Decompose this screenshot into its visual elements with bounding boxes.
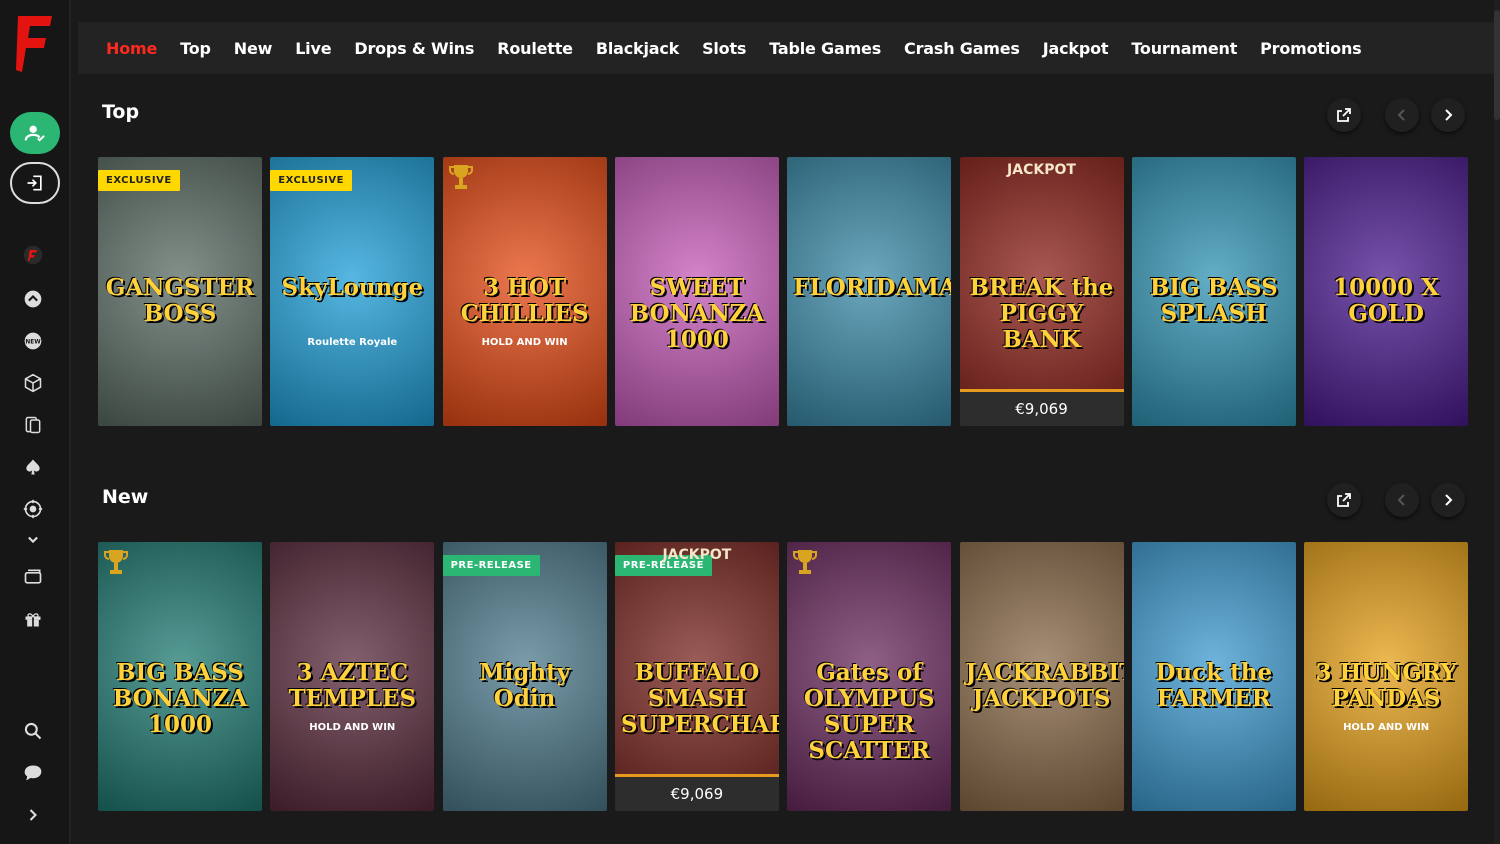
new-icon[interactable]: NEW (20, 328, 46, 354)
gift-icon[interactable] (20, 606, 46, 632)
chat-icon[interactable] (20, 760, 46, 786)
view-all-top-button[interactable] (1327, 98, 1361, 132)
top-icon[interactable] (20, 286, 46, 312)
cards-icon[interactable] (20, 412, 46, 438)
game-title: BIG BASS BONANZA 1000 (112, 659, 248, 738)
game-badge: EXCLUSIVE (270, 170, 352, 191)
game-tile[interactable]: BREAK the PIGGY BANK JACKPOT €9,069 (959, 157, 1124, 426)
login-button[interactable] (10, 162, 60, 204)
game-title: BREAK the PIGGY BANK (969, 274, 1114, 353)
nav-item-roulette[interactable]: Roulette (497, 39, 573, 58)
nav-item-live[interactable]: Live (295, 39, 331, 58)
game-subtitle: HOLD AND WIN (1343, 722, 1430, 733)
game-title: SkyLounge (281, 274, 424, 301)
external-link-icon (1337, 493, 1351, 507)
game-tile[interactable]: JACKRABBIT JACKPOTS (959, 542, 1124, 811)
game-title: BUFFALO SMASH SUPERCHARGED (620, 659, 779, 738)
top-navigation: Home Top New Live Drops & Wins Roulette Blackj… (78, 22, 1494, 74)
account-icon (24, 125, 45, 142)
game-tile[interactable]: BIG BASS BONANZA 1000 (98, 542, 262, 811)
nav-item-slots[interactable]: Slots (702, 39, 746, 58)
game-title: JACKRABBIT JACKPOTS (965, 659, 1124, 712)
game-badge: PRE-RELEASE (442, 555, 540, 576)
trophy-icon (448, 165, 473, 189)
game-tile[interactable]: FLORIDAMAN (787, 157, 952, 426)
trophy-icon (104, 550, 128, 574)
game-title: 3 HUNGRY PANDAS (1315, 659, 1457, 712)
brand-icon[interactable] (20, 242, 46, 268)
game-tile[interactable]: 3 AZTEC TEMPLES HOLD AND WIN (270, 542, 435, 811)
game-tile[interactable]: BUFFALO SMASH SUPERCHARGEDPRE-RELEASEJAC… (614, 542, 779, 811)
game-title: 10000 X GOLD (1333, 274, 1440, 327)
external-link-icon (1337, 108, 1351, 122)
nav-item-crash-games[interactable]: Crash Games (904, 39, 1020, 58)
game-title: 3 AZTEC TEMPLES (288, 659, 417, 712)
jackpot-amount: €9,069 (614, 774, 779, 811)
nav-item-table-games[interactable]: Table Games (769, 39, 881, 58)
sidebar: NEW (0, 0, 71, 844)
game-tile[interactable]: 3 HOT CHILLIES HOLD AND WIN (442, 157, 607, 426)
jackpot-label: JACKPOT (1007, 162, 1076, 178)
game-badge: EXCLUSIVE (98, 170, 180, 191)
game-tile[interactable]: SkyLounge Roulette Royale EXCLUSIVE (270, 157, 435, 426)
jackpot-amount: €9,069 (959, 389, 1124, 426)
expand-icon[interactable] (20, 802, 46, 828)
scroll-right-new-button[interactable] (1431, 483, 1465, 517)
login-icon (27, 175, 42, 191)
scroll-right-top-button[interactable] (1431, 98, 1465, 132)
spade-icon[interactable] (20, 454, 46, 480)
cube-icon[interactable] (20, 370, 46, 396)
nav-item-new[interactable]: New (234, 39, 273, 58)
game-subtitle: Roulette Royale (307, 337, 398, 348)
game-tile[interactable]: 3 HUNGRY PANDAS HOLD AND WIN (1304, 542, 1469, 811)
game-tile[interactable]: GANGSTER BOSS EXCLUSIVE (98, 157, 262, 426)
trophy-icon (793, 550, 818, 574)
nav-item-top[interactable]: Top (180, 39, 211, 58)
game-subtitle: HOLD AND WIN (481, 337, 568, 348)
game-title: Gates of OLYMPUS SUPER SCATTER (803, 659, 935, 764)
view-all-new-button[interactable] (1327, 483, 1361, 517)
chevron-right-icon (1445, 494, 1453, 506)
game-title: FLORIDAMAN (793, 274, 952, 301)
chevron-down-icon[interactable] (20, 530, 46, 550)
account-button[interactable] (10, 112, 60, 154)
game-tile[interactable]: Duck the FARMER (1131, 542, 1296, 811)
nav-item-promotions[interactable]: Promotions (1260, 39, 1362, 58)
search-icon[interactable] (20, 718, 46, 744)
tickets-icon[interactable] (20, 564, 46, 590)
game-tile[interactable]: SWEET BONANZA 1000 (614, 157, 779, 426)
scrollbar-thumb[interactable] (1494, 10, 1500, 120)
chevron-left-icon (1397, 494, 1405, 506)
jackpot-label: JACKPOT (662, 547, 732, 563)
game-tile[interactable]: BIG BASS SPLASH (1131, 157, 1296, 426)
page-scrollbar[interactable] (1494, 0, 1500, 844)
nav-item-blackjack[interactable]: Blackjack (596, 39, 679, 58)
nav-item-home[interactable]: Home (106, 39, 157, 58)
chevron-right-icon (1445, 109, 1453, 121)
game-tile[interactable]: Gates of OLYMPUS SUPER SCATTER (787, 542, 952, 811)
game-title: GANGSTER BOSS (105, 274, 255, 327)
game-subtitle: HOLD AND WIN (309, 722, 396, 733)
nav-item-jackpot[interactable]: Jackpot (1043, 39, 1109, 58)
nav-list: Home Top New Live Drops & Wins Roulette Blackj… (106, 22, 1384, 74)
game-title: Duck the FARMER (1155, 659, 1273, 712)
scroll-left-top-button[interactable] (1385, 98, 1419, 132)
brand-logo[interactable] (14, 12, 56, 76)
game-title: BIG BASS SPLASH (1149, 274, 1278, 327)
svg-text:NEW: NEW (25, 340, 41, 346)
nav-item-tournament[interactable]: Tournament (1131, 39, 1237, 58)
game-title: Mighty Odin (479, 659, 571, 712)
scroll-left-new-button[interactable] (1385, 483, 1419, 517)
game-tile[interactable]: 10000 X GOLD (1304, 157, 1469, 426)
game-title: 3 HOT CHILLIES (460, 274, 589, 327)
nav-item-drops-wins[interactable]: Drops & Wins (354, 39, 474, 58)
game-title: SWEET BONANZA 1000 (629, 274, 765, 353)
chevron-left-icon (1397, 109, 1405, 121)
section-title-top: Top (102, 101, 140, 123)
section-title-new: New (102, 486, 149, 508)
game-tile[interactable]: Mighty Odin PRE-RELEASE (442, 542, 607, 811)
roulette-icon[interactable] (20, 496, 46, 522)
